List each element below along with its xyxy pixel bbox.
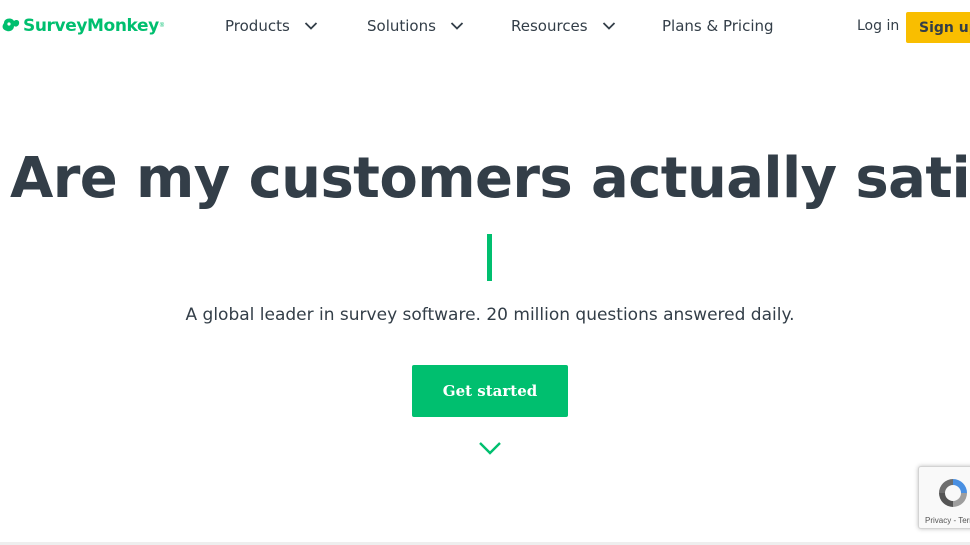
top-navigation: SurveyMonkey ® Products Solutions Resourc… [0,0,970,52]
login-link[interactable]: Log in [857,18,899,34]
nav-products-label: Products [225,17,290,35]
chevron-down-icon[interactable] [478,440,502,456]
chevron-down-icon [602,22,615,30]
nav-solutions[interactable]: Solutions [367,15,464,37]
get-started-button[interactable]: Get started [412,365,568,417]
recaptcha-icon [939,479,967,507]
nav-plans-pricing-label: Plans & Pricing [662,17,774,35]
typing-cursor [487,234,492,281]
hero-title: Are my customers actually satisfied? [10,146,970,211]
nav-plans-pricing[interactable]: Plans & Pricing [662,15,774,37]
chevron-down-icon [304,22,317,30]
trademark-mark: ® [159,23,165,29]
nav-resources[interactable]: Resources [511,15,616,37]
signup-button[interactable]: Sign up [906,12,970,43]
page: SurveyMonkey ® Products Solutions Resourc… [0,0,970,545]
nav-products[interactable]: Products [225,15,318,37]
recaptcha-badge[interactable]: Privacy - Terms [918,466,970,529]
nav-solutions-label: Solutions [367,17,436,35]
surveymonkey-logo[interactable]: SurveyMonkey ® [0,13,164,39]
hero-subtitle: A global leader in survey software. 20 m… [185,305,795,325]
nav-resources-label: Resources [511,17,588,35]
brand-name: SurveyMonkey [23,16,159,36]
monkey-icon [2,18,20,32]
chevron-down-icon [450,22,464,30]
recaptcha-privacy-terms[interactable]: Privacy - Terms [925,516,970,525]
